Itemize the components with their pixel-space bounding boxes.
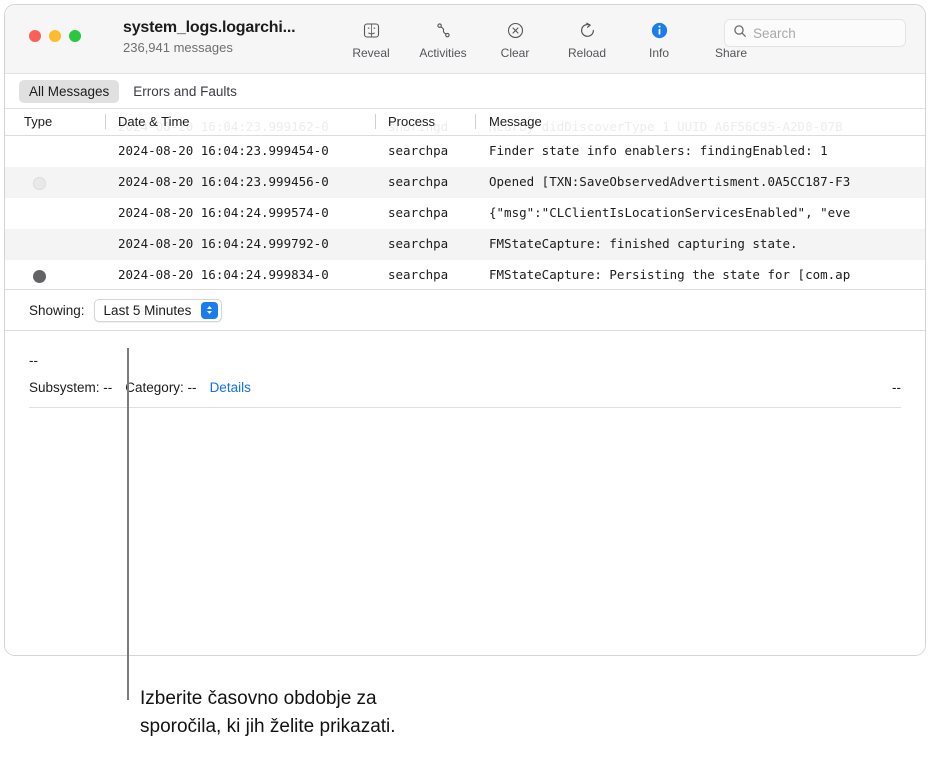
toolbar-label-share: Share: [714, 46, 748, 60]
row-message: Opened [TXN:SaveObservedAdvertisment.0A5…: [489, 174, 851, 189]
column-header-datetime[interactable]: Date & Time: [118, 114, 190, 129]
callout-caption-line-1: Izberite časovno obdobje za: [140, 688, 377, 709]
column-header-type[interactable]: Type: [24, 114, 52, 129]
toolbar-button-clear[interactable]: Clear: [479, 17, 551, 60]
row-message: Finder state info enablers: findingEnabl…: [489, 143, 828, 158]
row-datetime: 2024-08-20 16:04:23.999454-0: [118, 143, 329, 158]
table-row[interactable]: 2024-08-20 16:04:23.999454-0 searchpa Fi…: [5, 136, 925, 167]
row-type-indicator: [33, 146, 46, 159]
column-header-process[interactable]: Process: [388, 114, 435, 129]
reload-circular-arrow-icon: [578, 17, 597, 43]
row-process: searchpa: [388, 267, 449, 282]
table-row[interactable]: 2024-08-20 16:04:24.999574-0 searchpa {"…: [5, 198, 925, 229]
callout-caption: Izberite časovno obdobje za sporočila, k…: [140, 685, 740, 741]
row-message: {"msg":"CLClientIsLocationServicesEnable…: [489, 205, 851, 220]
message-detail-pane: -- Subsystem: -- Category: -- Details --: [5, 331, 925, 655]
column-divider-1[interactable]: [105, 114, 106, 129]
row-message: FMStateCapture: finished capturing state…: [489, 236, 798, 251]
time-range-value: Last 5 Minutes: [103, 302, 192, 318]
row-datetime: 2024-08-20 16:04:24.999792-0: [118, 236, 329, 251]
toolbar-button-activities[interactable]: Activities: [407, 17, 479, 60]
zoom-button[interactable]: [69, 30, 81, 42]
detail-category: Category: --: [125, 380, 197, 395]
row-datetime: 2024-08-20 16:04:23.999456-0: [118, 174, 329, 189]
row-process: searchpa: [388, 205, 449, 220]
table-row[interactable]: 2024-08-20 16:04:23.999456-0 searchpa Op…: [5, 167, 925, 198]
showing-label: Showing:: [29, 302, 85, 318]
row-type-indicator: [33, 270, 46, 283]
window-title: system_logs.logarchi...: [123, 19, 296, 36]
row-process: searchpa: [388, 174, 449, 189]
log-message-list[interactable]: 2024-08-20 16:04:23.999454-0 searchpa Fi…: [5, 136, 925, 289]
toolbar-button-info[interactable]: Info: [623, 17, 695, 60]
row-process: searchpa: [388, 143, 449, 158]
toolbar-label-clear: Clear: [500, 46, 530, 60]
toolbar-button-reveal[interactable]: Reveal: [335, 17, 407, 60]
table-row[interactable]: 2024-08-20 16:04:24.999834-0 searchpa FM…: [5, 260, 925, 289]
search-field[interactable]: Search: [724, 19, 906, 47]
detail-message-text: --: [29, 353, 38, 368]
toolbar-label-info: Info: [648, 46, 669, 60]
row-process: searchpa: [388, 236, 449, 251]
row-type-indicator: [33, 239, 46, 252]
callout-caption-line-2: sporočila, ki jih želite prikazati.: [140, 716, 396, 737]
callout-leader-line: [127, 348, 129, 700]
table-row[interactable]: 2024-08-20 16:04:24.999792-0 searchpa FM…: [5, 229, 925, 260]
column-divider-3[interactable]: [475, 114, 476, 129]
clear-circle-x-icon: [506, 17, 525, 43]
detail-metadata-row: Subsystem: -- Category: -- Details --: [29, 380, 901, 395]
column-divider-2[interactable]: [375, 114, 376, 129]
toolbar-label-reload: Reload: [567, 46, 607, 60]
minimize-button[interactable]: [49, 30, 61, 42]
column-header-message[interactable]: Message: [489, 114, 542, 129]
toolbar-label-activities: Activities: [419, 46, 467, 60]
toolbar: Reveal Activities Clear Reload Info Shar…: [335, 17, 767, 60]
window-title-block: system_logs.logarchi... 236,941 messages: [123, 19, 333, 55]
traffic-light-buttons: [29, 30, 81, 42]
detail-subsystem: Subsystem: --: [29, 380, 113, 395]
search-placeholder: Search: [753, 25, 796, 41]
info-circle-icon: [650, 17, 669, 43]
row-type-indicator: [33, 177, 46, 190]
showing-filter-bar: Showing: Last 5 Minutes: [5, 289, 925, 331]
message-count: 236,941 messages: [123, 40, 233, 55]
up-down-chevrons-icon: [201, 301, 219, 319]
row-type-indicator: [33, 208, 46, 221]
detail-divider: [29, 407, 901, 408]
time-range-popup-button[interactable]: Last 5 Minutes: [93, 298, 223, 322]
row-message: FMStateCapture: Persisting the state for…: [489, 267, 851, 282]
screenshot-root: system_logs.logarchi... 236,941 messages: [0, 0, 931, 758]
tab-all-messages[interactable]: All Messages: [19, 79, 120, 103]
ghost-cell-message: Nearby didDiscoverType 1 UUID A6F56C95-A…: [489, 119, 843, 134]
toolbar-button-reload[interactable]: Reload: [551, 17, 623, 60]
search-magnifier-icon: [733, 24, 747, 43]
filter-tab-bar: All Messages Errors and Faults: [5, 74, 925, 109]
table-header-row: 2024-08-20 16:04:23.999162-0 sharingd Ne…: [5, 109, 925, 136]
log-viewer-window: system_logs.logarchi... 236,941 messages: [4, 4, 926, 656]
row-datetime: 2024-08-20 16:04:24.999574-0: [118, 205, 329, 220]
row-datetime: 2024-08-20 16:04:24.999834-0: [118, 267, 329, 282]
window-titlebar: system_logs.logarchi... 236,941 messages: [5, 5, 925, 74]
tab-errors-and-faults[interactable]: Errors and Faults: [123, 80, 247, 103]
reveal-finder-icon: [362, 17, 381, 43]
toolbar-label-reveal: Reveal: [352, 46, 390, 60]
detail-right-value: --: [892, 380, 901, 395]
activities-icon: [434, 17, 453, 43]
detail-details-link[interactable]: Details: [210, 380, 251, 395]
close-button[interactable]: [29, 30, 41, 42]
